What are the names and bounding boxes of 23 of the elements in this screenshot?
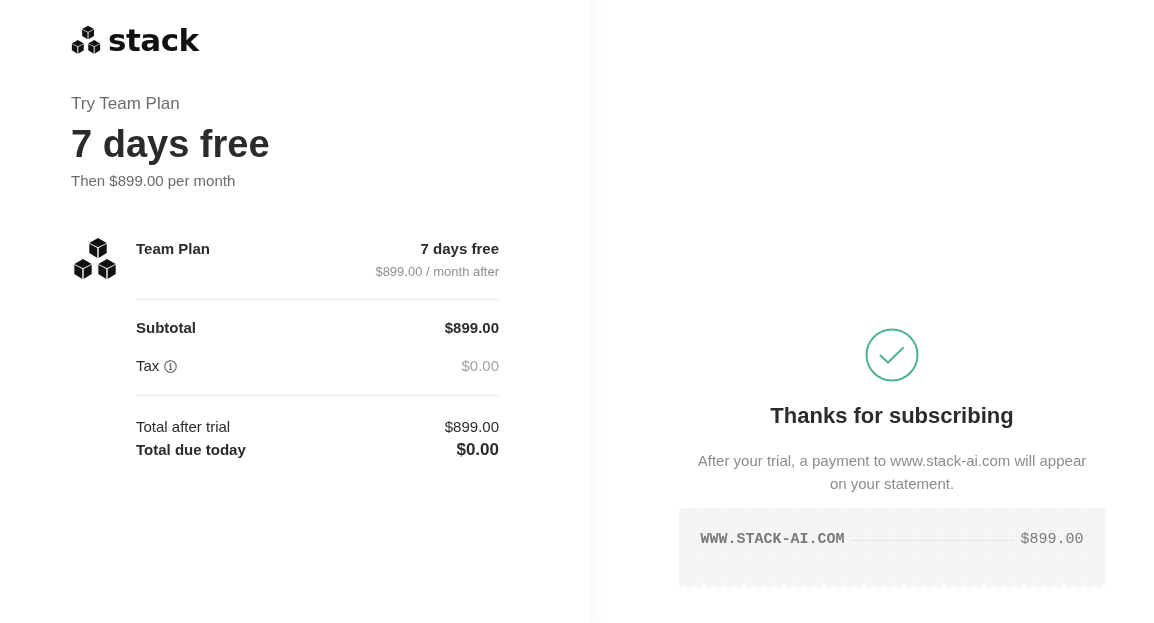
total-label: Subtotal <box>136 318 196 338</box>
item-name: Team Plan <box>136 239 210 259</box>
confirmation-message: After your trial, a payment to www.stack-ai.com will appear on your statement. <box>696 451 1088 494</box>
total-amount: $899.00 <box>444 318 499 338</box>
item-price: 7 days free <box>420 239 499 259</box>
trial-headline: 7 days free <box>71 122 270 167</box>
cubes-product-icon <box>73 237 117 281</box>
total-label: Tax <box>136 356 160 376</box>
total-label: Total due today <box>136 440 246 460</box>
total-amount: $0.00 <box>456 439 499 461</box>
info-icon[interactable] <box>164 359 178 373</box>
plan-eyebrow: Try Team Plan <box>71 93 180 115</box>
price-subline: Then $899.00 per month <box>71 171 236 191</box>
total-label: Total after trial <box>136 417 231 437</box>
statement-amount: $899.00 <box>1020 531 1084 549</box>
cubes-logo-icon <box>71 25 101 55</box>
item-note: $899.00 / month after <box>375 263 499 281</box>
confirmation-title: Thanks for subscribing <box>770 402 1014 430</box>
statement-descriptor: WWW.STACK-AI.COM <box>700 531 845 549</box>
total-amount: $0.00 <box>461 356 499 376</box>
brand-name: stack <box>108 24 199 56</box>
check-circle-icon <box>865 328 919 382</box>
total-amount: $899.00 <box>444 417 499 437</box>
